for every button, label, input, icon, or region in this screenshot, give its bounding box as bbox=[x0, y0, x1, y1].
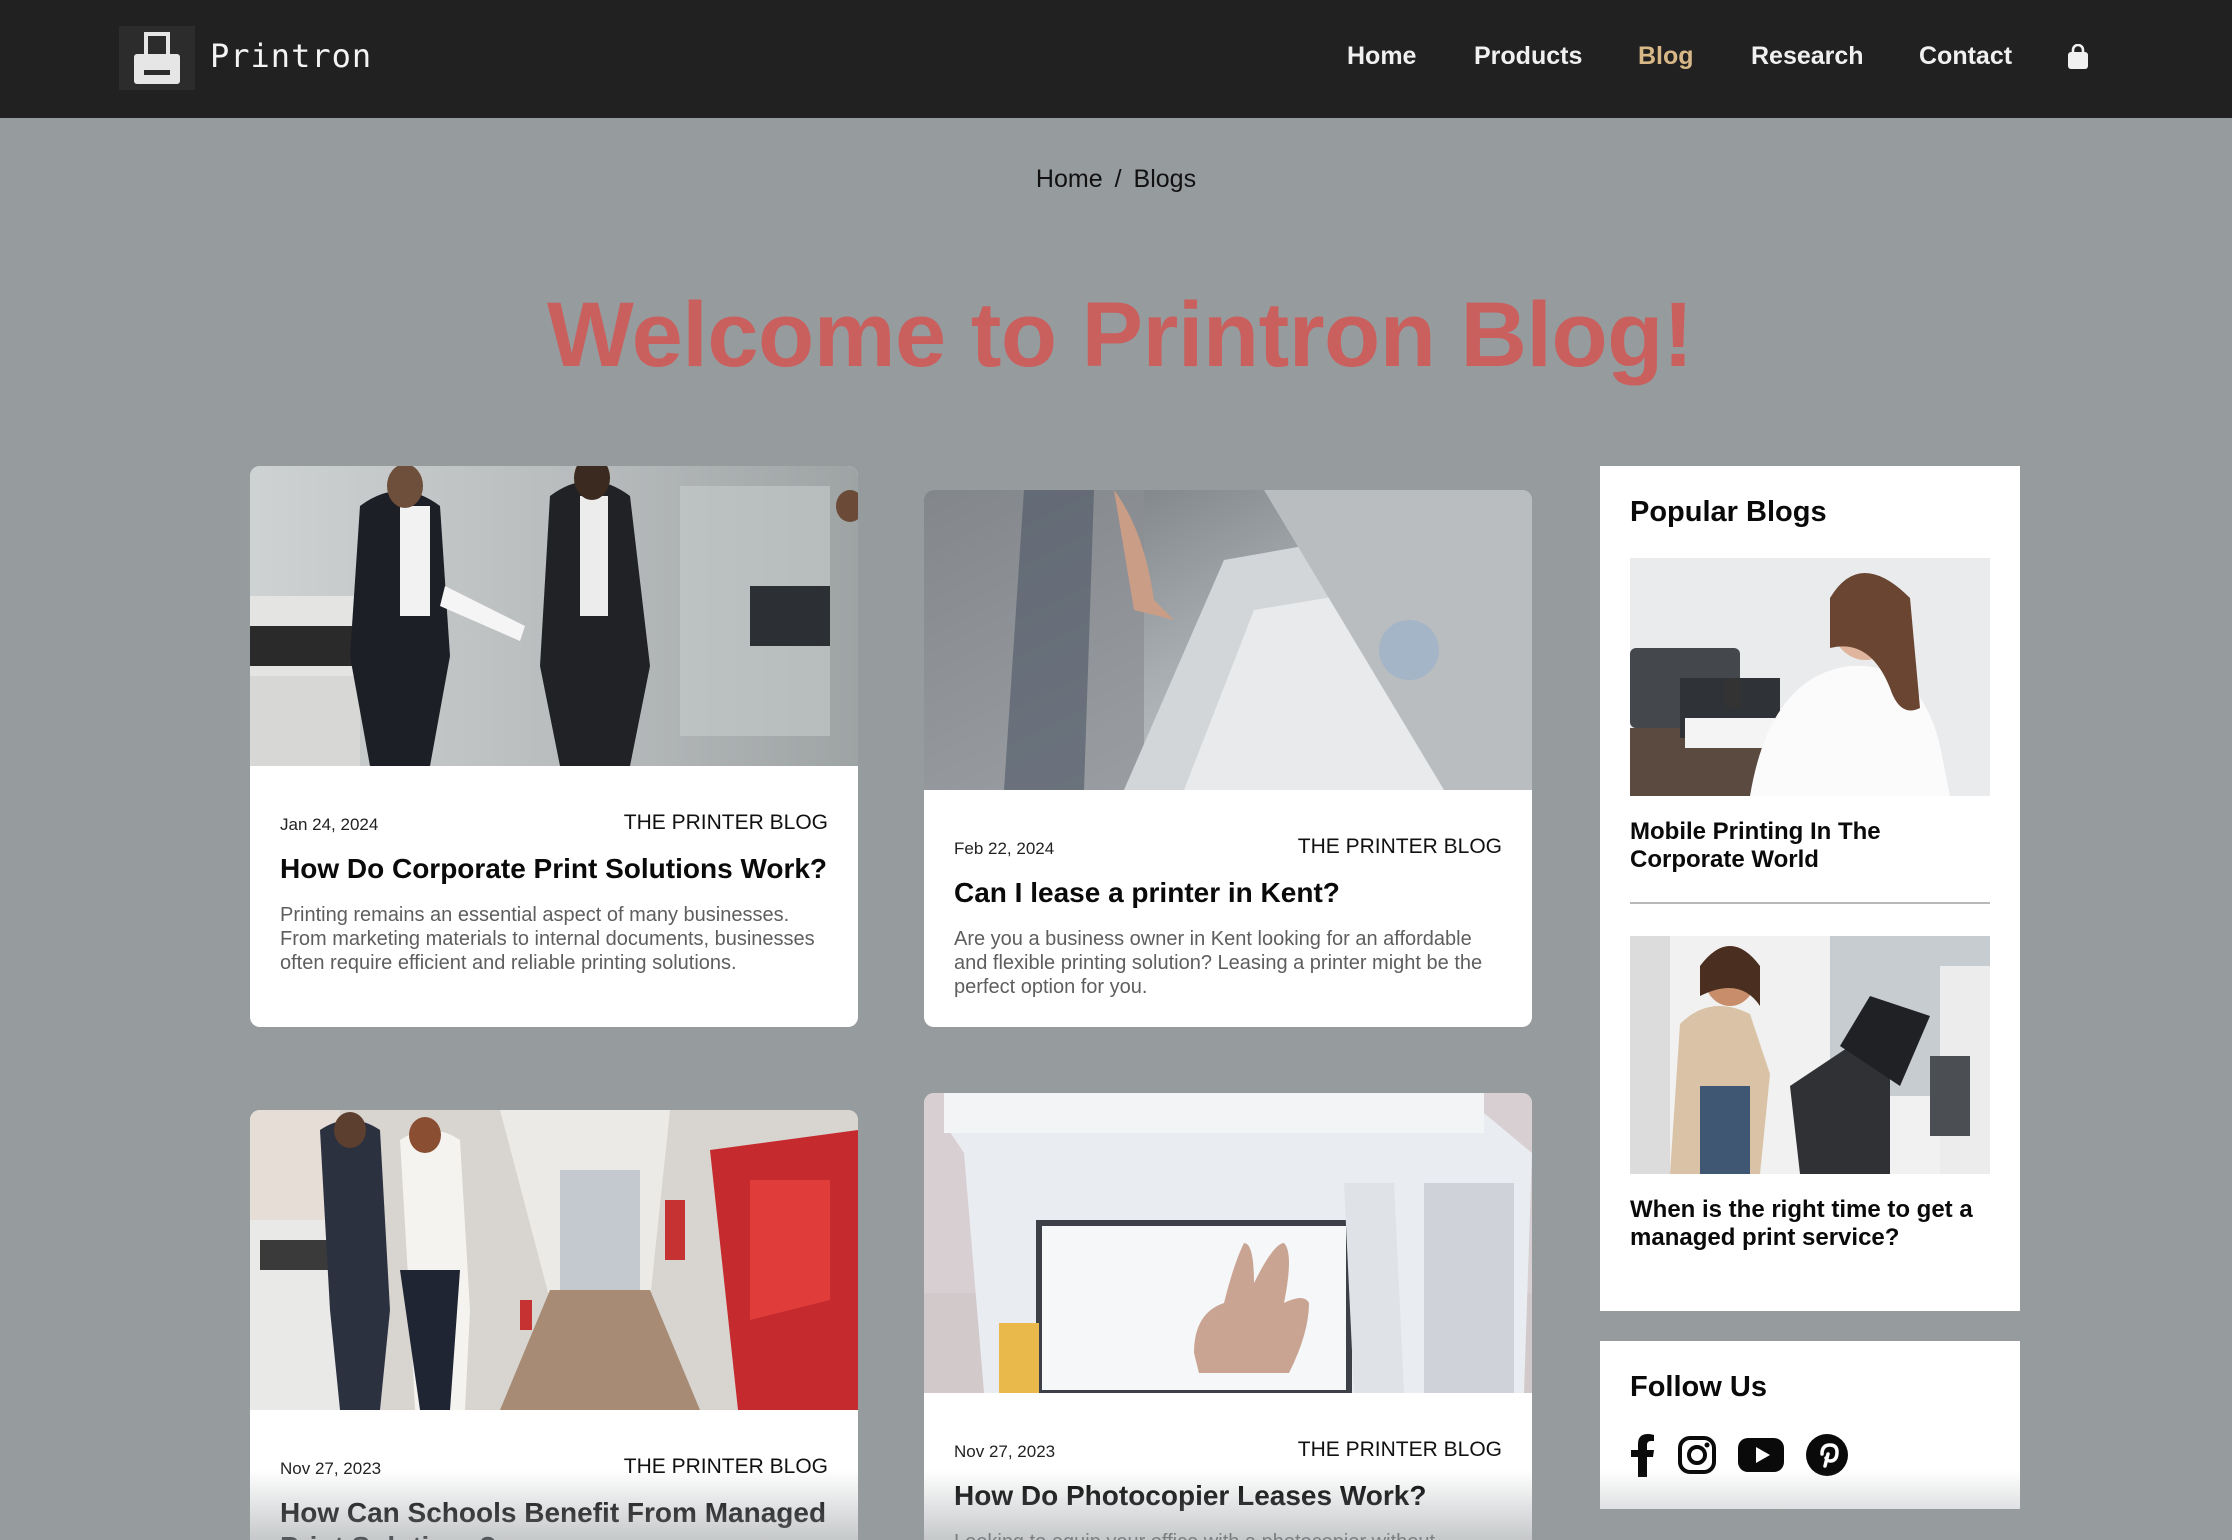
post-category[interactable]: THE PRINTER BLOG bbox=[1298, 1438, 1502, 1462]
nav-home[interactable]: Home bbox=[1347, 42, 1416, 71]
blog-card-image[interactable] bbox=[250, 466, 858, 766]
nav-blog[interactable]: Blog bbox=[1638, 42, 1694, 71]
post-date: Nov 27, 2023 bbox=[280, 1459, 382, 1478]
page-title: Welcome to Printron Blog! bbox=[546, 284, 1694, 386]
breadcrumb-separator: / bbox=[1114, 165, 1122, 193]
blog-card-image[interactable] bbox=[924, 490, 1532, 790]
follow-us-heading: Follow Us bbox=[1630, 1371, 1767, 1403]
nav-contact[interactable]: Contact bbox=[1919, 42, 2012, 71]
printer-logo-icon[interactable] bbox=[119, 26, 195, 90]
blog-card-image[interactable] bbox=[250, 1110, 858, 1410]
popular-post-title[interactable]: When is the right time to get a managed … bbox=[1630, 1196, 1990, 1252]
blog-card[interactable]: Nov 27, 2023 THE PRINTER BLOG How Do Pho… bbox=[924, 1093, 1532, 1540]
blog-card[interactable]: Nov 27, 2023 THE PRINTER BLOG How Can Sc… bbox=[250, 1110, 858, 1540]
breadcrumb-home[interactable]: Home bbox=[1036, 165, 1103, 194]
post-title[interactable]: How Do Photocopier Leases Work? bbox=[954, 1479, 1508, 1513]
popular-blogs-panel: Popular Blogs Mobile Printing In The Cor… bbox=[1600, 466, 2020, 1311]
nav-products[interactable]: Products bbox=[1474, 42, 1582, 71]
popular-divider bbox=[1630, 902, 1990, 904]
breadcrumb: Home / Blogs bbox=[0, 165, 2232, 194]
post-title[interactable]: Can I lease a printer in Kent? bbox=[954, 876, 1508, 910]
instagram-icon[interactable] bbox=[1677, 1435, 1717, 1475]
post-excerpt: Are you a business owner in Kent looking… bbox=[954, 928, 1483, 998]
post-date: Feb 22, 2024 bbox=[954, 839, 1055, 858]
post-excerpt: Looking to equip your office with a phot… bbox=[954, 1530, 1496, 1540]
facebook-icon[interactable] bbox=[1630, 1433, 1656, 1477]
popular-post-image[interactable] bbox=[1630, 558, 1990, 796]
popular-post-title[interactable]: Mobile Printing In The Corporate World bbox=[1630, 818, 1990, 874]
popular-post-image[interactable] bbox=[1630, 936, 1990, 1174]
post-category[interactable]: THE PRINTER BLOG bbox=[624, 1455, 828, 1479]
blog-card-image[interactable] bbox=[924, 1093, 1532, 1393]
site-header: Printron Home Products Blog Research Con… bbox=[0, 0, 2232, 118]
follow-us-panel: Follow Us bbox=[1600, 1341, 2020, 1509]
youtube-icon[interactable] bbox=[1738, 1438, 1784, 1472]
post-title[interactable]: How Do Corporate Print Solutions Work? bbox=[280, 852, 834, 886]
post-category[interactable]: THE PRINTER BLOG bbox=[1298, 835, 1502, 859]
blog-card[interactable]: Jan 24, 2024 THE PRINTER BLOG How Do Cor… bbox=[250, 466, 858, 1027]
post-date: Nov 27, 2023 bbox=[954, 1442, 1056, 1461]
shopping-bag-icon[interactable] bbox=[2066, 43, 2090, 75]
nav-research[interactable]: Research bbox=[1751, 42, 1864, 71]
pinterest-icon[interactable] bbox=[1806, 1434, 1848, 1476]
blog-card[interactable]: Feb 22, 2024 THE PRINTER BLOG Can I leas… bbox=[924, 490, 1532, 1027]
post-category[interactable]: THE PRINTER BLOG bbox=[624, 811, 828, 835]
brand-name[interactable]: Printron bbox=[210, 37, 372, 75]
post-date: Jan 24, 2024 bbox=[280, 815, 379, 834]
post-title[interactable]: How Can Schools Benefit From Managed Pri… bbox=[280, 1496, 834, 1540]
popular-blogs-heading: Popular Blogs bbox=[1630, 496, 1827, 528]
post-excerpt: Printing remains an essential aspect of … bbox=[280, 904, 815, 974]
breadcrumb-current: Blogs bbox=[1133, 165, 1197, 193]
